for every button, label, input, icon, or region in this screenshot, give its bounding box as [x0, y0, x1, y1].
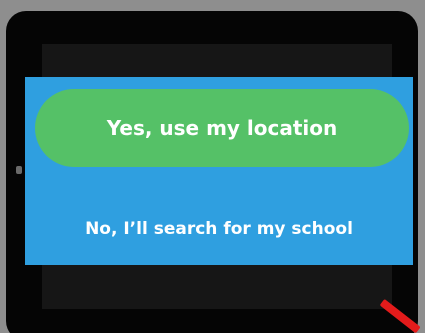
location-prompt-dialog: Yes, use my location No, I’ll search for…: [25, 77, 413, 265]
search-for-school-link[interactable]: No, I’ll search for my school: [25, 217, 413, 241]
side-indicator-icon: [16, 166, 22, 174]
page: Yes, use my location No, I’ll search for…: [0, 0, 425, 333]
use-my-location-button[interactable]: Yes, use my location: [35, 89, 409, 167]
